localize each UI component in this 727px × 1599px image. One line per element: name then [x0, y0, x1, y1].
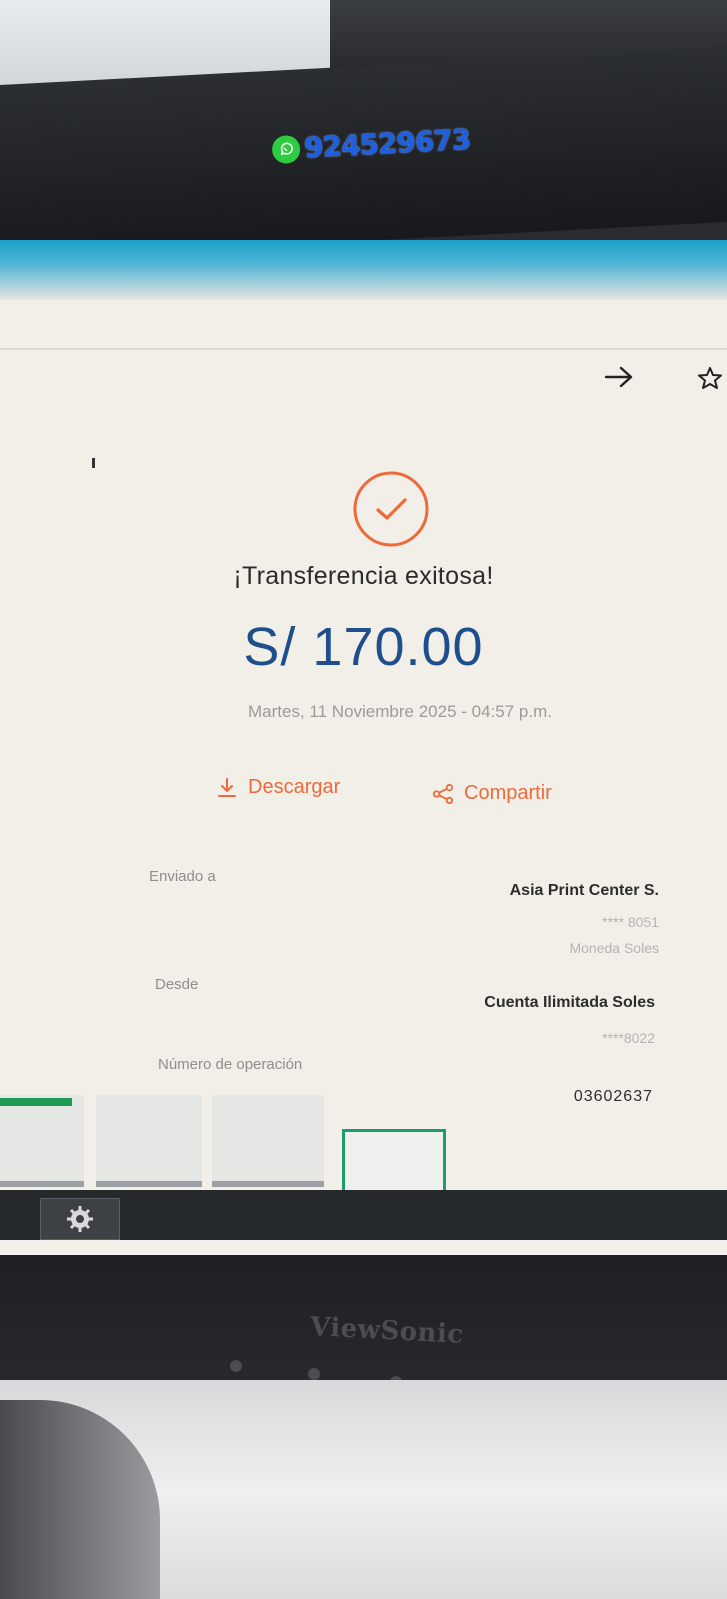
download-button[interactable]: Descargar	[216, 776, 340, 799]
operation-number-label: Número de operación	[158, 1056, 303, 1073]
text-cursor	[92, 458, 95, 468]
whatsapp-icon	[271, 134, 301, 164]
share-icon	[432, 783, 454, 804]
share-button[interactable]: Compartir	[432, 782, 552, 805]
recipient-account-mask: **** 8051	[602, 914, 659, 930]
transfer-datetime: Martes, 11 Noviembre 2025 - 04:57 p.m.	[248, 702, 552, 721]
settings-button[interactable]	[40, 1198, 120, 1240]
share-label: Compartir	[464, 782, 552, 804]
header-divider	[0, 348, 727, 350]
check-circle-icon	[353, 471, 429, 547]
success-title: ¡Transferencia exitosa!	[233, 562, 494, 590]
sent-to-label: Enviado a	[149, 868, 216, 885]
transfer-amount: S/ 170.00	[243, 617, 484, 677]
browser-top-bar	[0, 240, 727, 300]
arrow-right-icon[interactable]	[602, 364, 636, 390]
window-thumbnail[interactable]	[96, 1095, 202, 1187]
monitor-button[interactable]	[308, 1368, 320, 1380]
download-icon	[218, 777, 236, 797]
gear-icon	[67, 1206, 93, 1232]
recipient-name: Asia Print Center S.	[509, 882, 659, 899]
window-thumbnail[interactable]	[0, 1095, 84, 1187]
from-label: Desde	[155, 976, 199, 993]
source-account-name: Cuenta Ilimitada Soles	[484, 994, 655, 1011]
recipient-currency: Moneda Soles	[569, 940, 659, 956]
download-label: Descargar	[248, 776, 341, 798]
monitor-button[interactable]	[230, 1360, 242, 1372]
window-thumbnail[interactable]	[212, 1095, 324, 1187]
star-icon[interactable]	[698, 366, 724, 390]
source-account-mask: ****8022	[602, 1030, 655, 1046]
